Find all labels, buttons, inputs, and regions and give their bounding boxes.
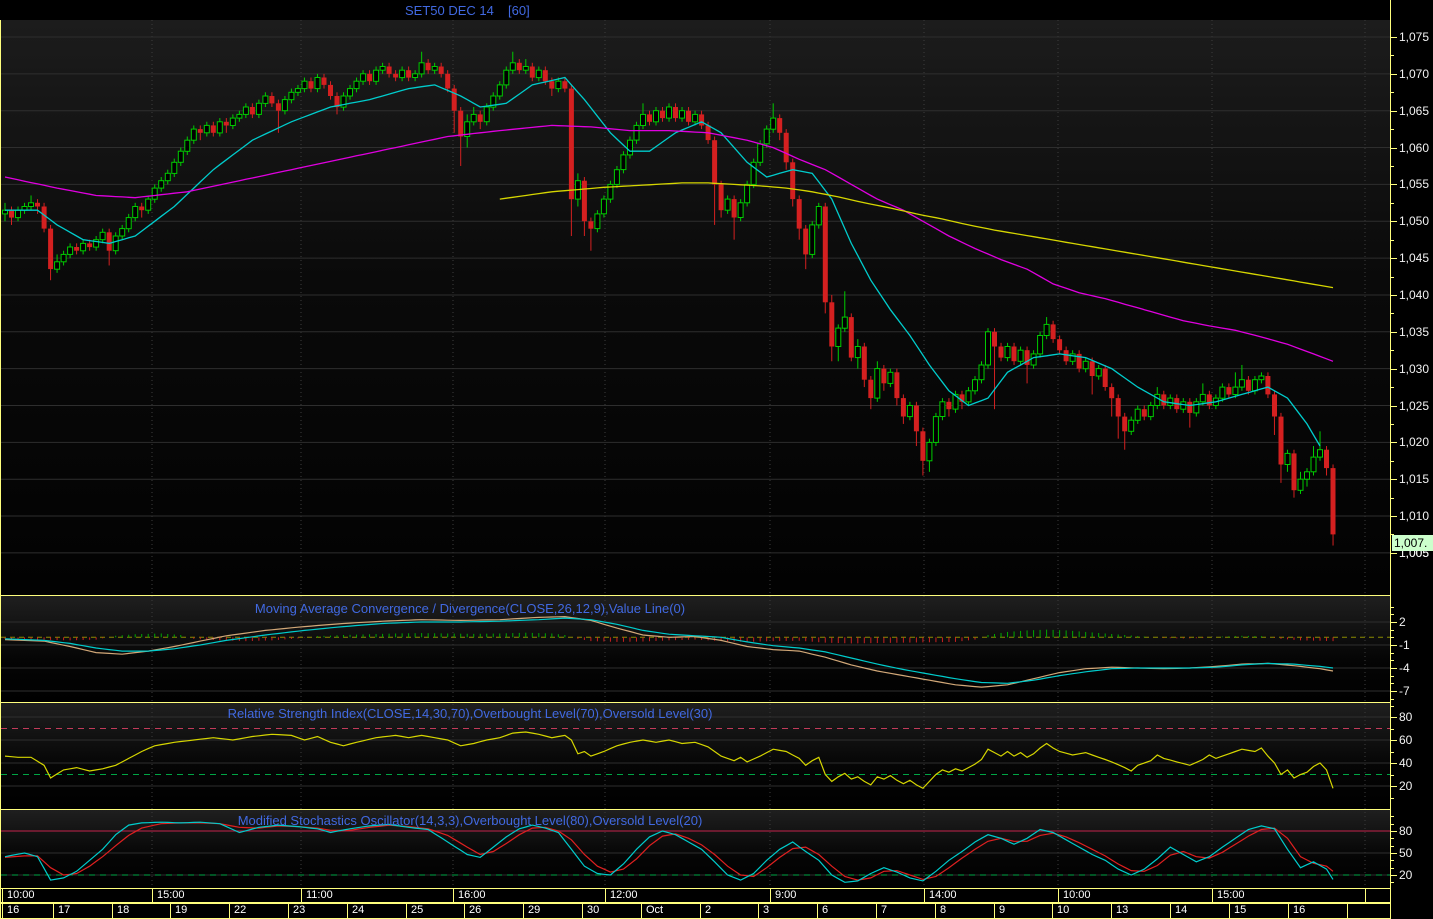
- rsi-title: Relative Strength Index(CLOSE,14,30,70),…: [227, 706, 713, 721]
- last-price-tag: 1,007.: [1392, 535, 1433, 551]
- panel-separator: [0, 595, 1390, 596]
- panel-separator: [0, 809, 1390, 810]
- panel-separator: [0, 702, 1390, 703]
- stochastics-title: Modified Stochastics Oscillator(14,3,3),…: [237, 813, 703, 828]
- macd-title: Moving Average Convergence / Divergence(…: [254, 601, 686, 616]
- chart-overlay: [1, 20, 1390, 888]
- trading-chart-window: SET50 DEC 14 [60] Moving Average Converg…: [0, 0, 1433, 919]
- frame-left-border: [0, 20, 1, 919]
